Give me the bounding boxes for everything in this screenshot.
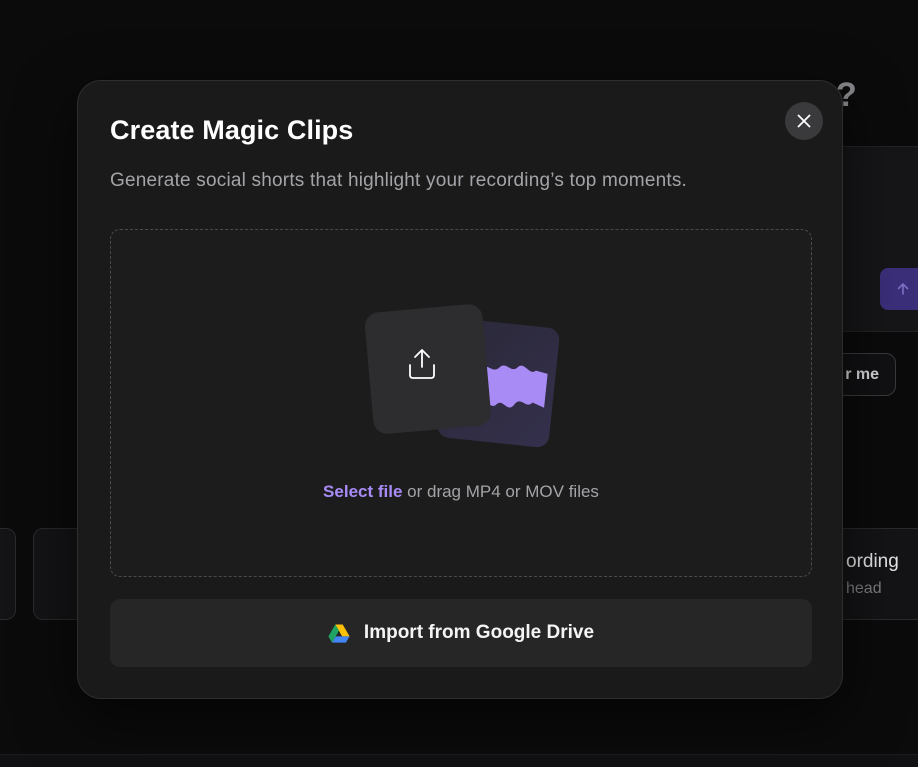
import-google-drive-label: Import from Google Drive [363, 622, 595, 643]
import-google-drive-button[interactable]: Import from Google Drive [110, 599, 812, 667]
file-dropzone[interactable]: Select file or drag MP4 or MOV files [110, 229, 812, 577]
modal-subtitle: Generate social shorts that highlight yo… [110, 170, 688, 191]
arrow-up-icon [897, 283, 909, 295]
upload-illustration [364, 304, 560, 448]
send-button[interactable] [880, 268, 918, 310]
google-drive-icon [328, 624, 350, 643]
close-button[interactable] [785, 102, 823, 140]
magic-clips-modal: Create Magic Clips Generate social short… [77, 80, 843, 699]
background-card-title: ording [846, 551, 899, 572]
dropzone-caption: Select file or drag MP4 or MOV files [111, 482, 811, 502]
dropzone-hint: or drag MP4 or MOV files [402, 482, 599, 501]
close-icon [797, 114, 811, 128]
background-card [0, 528, 16, 620]
select-file-link[interactable]: Select file [323, 482, 402, 501]
background-footer [0, 754, 918, 767]
background-card-subtitle: head [846, 580, 882, 597]
modal-title: Create Magic Clips [110, 115, 354, 145]
